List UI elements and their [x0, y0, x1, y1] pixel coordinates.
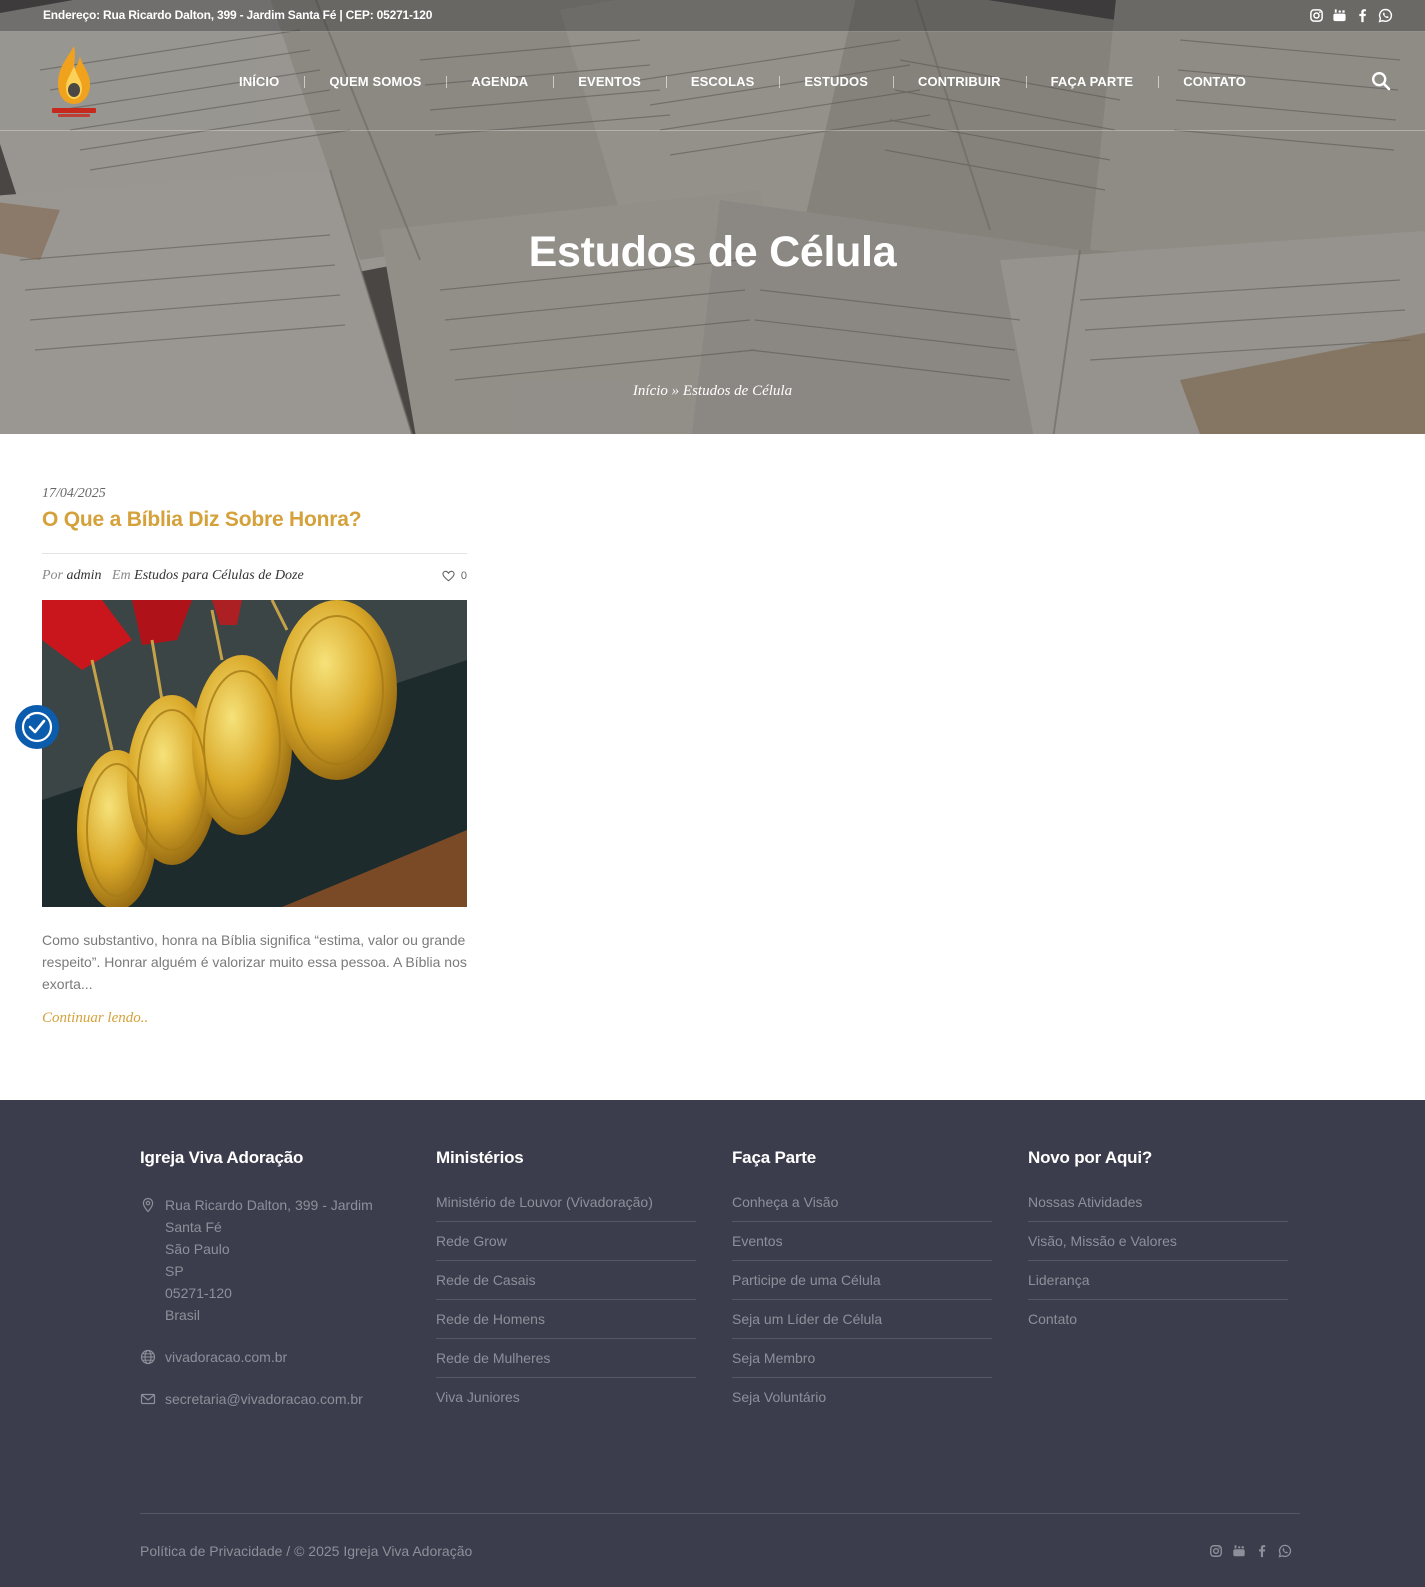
accessibility-icon	[21, 711, 53, 743]
nav-item-inicio[interactable]: INÍCIO	[214, 74, 304, 89]
new-here-list: Nossas Atividades Visão, Missão e Valore…	[1028, 1194, 1288, 1338]
address-line: Brasil	[165, 1307, 201, 1323]
footer-contact: Rua Ricardo Dalton, 399 - Jardim Santa F…	[140, 1194, 400, 1410]
website-link[interactable]: vivadoracao.com.br	[165, 1346, 287, 1368]
post-category[interactable]: Estudos para Células de Doze	[134, 568, 304, 583]
footer-link[interactable]: Rede de Casais	[436, 1272, 696, 1300]
address-line: Santa Fé	[165, 1219, 222, 1235]
nav-item-contribuir[interactable]: CONTRIBUIR	[892, 74, 1026, 89]
globe-icon	[140, 1349, 156, 1365]
footer-link[interactable]: Ministério de Louvor (Vivadoração)	[436, 1194, 696, 1222]
footer-address: Rua Ricardo Dalton, 399 - Jardim Santa F…	[140, 1194, 400, 1326]
address-line: SP	[165, 1263, 184, 1279]
copyright-text: / © 2025 Igreja Viva Adoração	[282, 1543, 473, 1559]
nav-item-escolas[interactable]: ESCOLAS	[665, 74, 780, 89]
youtube-icon[interactable]	[1332, 8, 1347, 23]
post-divider	[42, 553, 467, 554]
email-link[interactable]: secretaria@vivadoracao.com.br	[165, 1388, 363, 1410]
footer-link[interactable]: Viva Juniores	[436, 1389, 696, 1416]
footer-link[interactable]: Rede Grow	[436, 1233, 696, 1261]
join-list: Conheça a Visão Eventos Participe de uma…	[732, 1194, 992, 1416]
footer-col-ministries: Ministérios Ministério de Louvor (Vivado…	[436, 1148, 696, 1427]
footer-col-new-here-title: Novo por Aqui?	[1028, 1148, 1153, 1167]
post-author[interactable]: admin	[67, 568, 102, 583]
breadcrumb-home[interactable]: Início	[633, 383, 668, 399]
privacy-policy-link[interactable]: Política de Privacidade	[140, 1543, 282, 1559]
footer-col-church: Igreja Viva Adoração Rua Ricardo Dalton,…	[140, 1148, 400, 1410]
post-in-label: Em	[112, 568, 131, 583]
search-icon[interactable]	[1371, 71, 1391, 91]
like-button[interactable]: 0	[442, 570, 467, 582]
footer-link[interactable]: Liderança	[1028, 1272, 1288, 1300]
nav-item-faca-parte[interactable]: FAÇA PARTE	[1025, 74, 1159, 89]
main-menu: INÍCIO QUEM SOMOS AGENDA EVENTOS ESCOLAS…	[214, 32, 1271, 130]
footer-link[interactable]: Nossas Atividades	[1028, 1194, 1288, 1222]
footer-col-join: Faça Parte Conheça a Visão Eventos Parti…	[732, 1148, 992, 1427]
youtube-icon[interactable]	[1232, 1544, 1246, 1558]
page-title: Estudos de Célula	[528, 228, 897, 276]
facebook-icon[interactable]	[1355, 8, 1370, 23]
footer-link[interactable]: Participe de uma Célula	[732, 1272, 992, 1300]
post-by-label: Por	[42, 568, 63, 583]
footer-link[interactable]: Conheça a Visão	[732, 1194, 992, 1222]
footer-email[interactable]: secretaria@vivadoracao.com.br	[140, 1388, 400, 1410]
post-title[interactable]: O Que a Bíblia Diz Sobre Honra?	[42, 508, 467, 532]
post-date: 17/04/2025	[42, 486, 106, 501]
post-meta: Por admin Em Estudos para Células de Doz…	[42, 568, 467, 588]
hero: Endereço: Rua Ricardo Dalton, 399 - Jard…	[0, 0, 1425, 434]
footer-link[interactable]: Seja Voluntário	[732, 1389, 992, 1416]
envelope-icon	[140, 1393, 156, 1405]
breadcrumb: Início » Estudos de Célula	[0, 383, 1425, 400]
topbar: Endereço: Rua Ricardo Dalton, 399 - Jard…	[0, 0, 1425, 32]
footer-divider	[140, 1513, 1300, 1514]
whatsapp-icon[interactable]	[1278, 1544, 1292, 1558]
post-featured-image-medals[interactable]	[42, 600, 467, 907]
facebook-icon[interactable]	[1255, 1544, 1269, 1558]
address-line: Rua Ricardo Dalton, 399 - Jardim	[165, 1197, 373, 1213]
footer-link[interactable]: Visão, Missão e Valores	[1028, 1233, 1288, 1261]
instagram-icon[interactable]	[1309, 8, 1324, 23]
nav-item-quem-somos[interactable]: QUEM SOMOS	[304, 74, 446, 89]
footer-website[interactable]: vivadoracao.com.br	[140, 1346, 400, 1368]
footer-link[interactable]: Seja Membro	[732, 1350, 992, 1378]
address-line: São Paulo	[165, 1241, 230, 1257]
breadcrumb-current: Estudos de Célula	[682, 383, 793, 399]
main-navbar: INÍCIO QUEM SOMOS AGENDA EVENTOS ESCOLAS…	[0, 32, 1425, 131]
footer-link[interactable]: Contato	[1028, 1311, 1288, 1338]
blog-post: 17/04/2025 O Que a Bíblia Diz Sobre Honr…	[42, 486, 467, 1027]
nav-item-agenda[interactable]: AGENDA	[446, 74, 553, 89]
footer-col-church-title: Igreja Viva Adoração	[140, 1148, 304, 1167]
like-count: 0	[460, 570, 467, 582]
address-line: 05271-120	[165, 1285, 232, 1301]
footer-link[interactable]: Rede de Mulheres	[436, 1350, 696, 1378]
whatsapp-icon[interactable]	[1378, 8, 1393, 23]
topbar-address: Endereço: Rua Ricardo Dalton, 399 - Jard…	[43, 8, 433, 22]
copyright: Política de Privacidade / © 2025 Igreja …	[140, 1543, 472, 1559]
nav-item-estudos[interactable]: ESTUDOS	[779, 74, 893, 89]
footer-col-new-here: Novo por Aqui? Nossas Atividades Visão, …	[1028, 1148, 1288, 1349]
nav-item-eventos[interactable]: EVENTOS	[553, 74, 666, 89]
heart-icon	[442, 570, 455, 582]
topbar-social	[1309, 8, 1393, 23]
site-footer: Igreja Viva Adoração Rua Ricardo Dalton,…	[0, 1100, 1425, 1587]
read-more-link[interactable]: Continuar lendo..	[42, 1010, 148, 1027]
accessibility-button[interactable]	[15, 705, 59, 749]
footer-link[interactable]: Eventos	[732, 1233, 992, 1261]
church-logo[interactable]	[46, 42, 102, 120]
footer-col-ministries-title: Ministérios	[436, 1148, 524, 1167]
breadcrumb-separator: »	[671, 383, 680, 399]
footer-social	[1209, 1544, 1292, 1558]
location-pin-icon	[142, 1197, 154, 1213]
footer-link[interactable]: Rede de Homens	[436, 1311, 696, 1339]
footer-link[interactable]: Seja um Líder de Célula	[732, 1311, 992, 1339]
ministries-list: Ministério de Louvor (Vivadoração) Rede …	[436, 1194, 696, 1416]
instagram-icon[interactable]	[1209, 1544, 1223, 1558]
post-excerpt: Como substantivo, honra na Bíblia signif…	[42, 932, 467, 992]
footer-col-join-title: Faça Parte	[732, 1148, 816, 1167]
nav-item-contato[interactable]: CONTATO	[1158, 74, 1271, 89]
